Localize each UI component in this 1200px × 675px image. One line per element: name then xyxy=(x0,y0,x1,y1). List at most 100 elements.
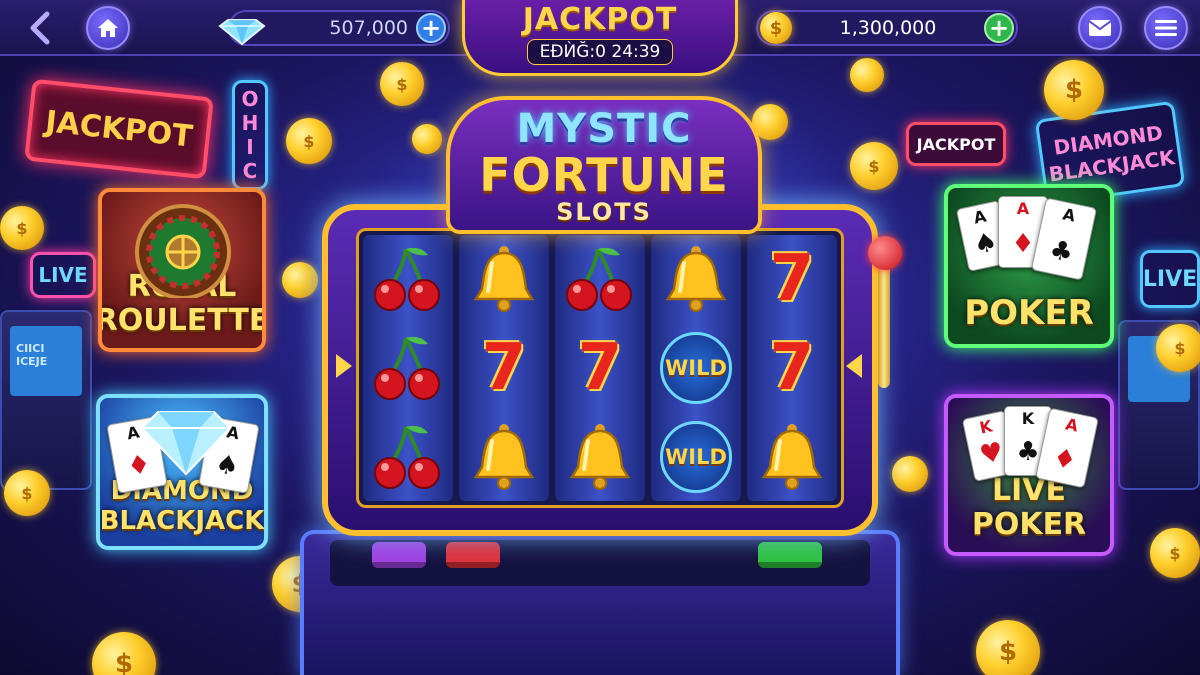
royal-roulette-line2: ROULETTE xyxy=(98,303,266,338)
game-tile-live-poker[interactable]: K ♥ K ♣ A ♦ LIVE POKER xyxy=(944,394,1114,556)
lever-stick xyxy=(878,258,890,388)
coins-balance: $ 1,300,000 + xyxy=(756,10,1018,46)
add-gems-button[interactable]: + xyxy=(416,13,446,43)
neon-sign-jackpot-right-text: JACKPOT xyxy=(916,134,996,154)
coins-amount: 1,300,000 xyxy=(839,17,937,39)
neon-sign-live-left-text: LIVE xyxy=(38,263,88,287)
bell-icon xyxy=(465,418,543,496)
logo-fortune: FORTUNE xyxy=(479,148,729,202)
card-rank: K xyxy=(1021,409,1035,428)
menu-button[interactable] xyxy=(1144,6,1188,50)
live-poker-label: LIVE POKER xyxy=(972,474,1086,552)
wild-symbol: WILD xyxy=(657,418,735,496)
cherry-icon xyxy=(369,240,447,318)
neon-sign-live-left: LIVE xyxy=(30,252,96,298)
club-icon: ♣ xyxy=(1046,234,1076,269)
slot-logo-header: MYSTIC FORTUNE SLOTS xyxy=(446,96,762,234)
add-coins-button[interactable]: + xyxy=(984,13,1014,43)
neon-sign-live-right-text: LIVE xyxy=(1142,266,1198,292)
neon-sign-jackpot: JACKPOT xyxy=(24,78,214,180)
cherry-icon xyxy=(561,240,639,318)
neon-letter: I xyxy=(246,135,254,159)
jackpot-timer: ЕÐЍĞ:0 24:39 xyxy=(526,39,674,65)
neon-sign-jackpot-text: JACKPOT xyxy=(43,103,195,155)
plus-icon: + xyxy=(420,14,442,42)
game-tile-diamond-blackjack[interactable]: A ♦ A ♠ DIAMOND BLACKJACK xyxy=(96,394,268,550)
plus-icon: + xyxy=(988,14,1010,42)
poker-label: POKER xyxy=(964,293,1094,333)
wild-symbol: WILD xyxy=(657,329,735,407)
seven-label: 7 xyxy=(769,330,815,405)
card-rank: A xyxy=(1063,414,1080,436)
wild-label: WILD xyxy=(660,420,732,493)
reel: 7 xyxy=(555,235,645,501)
hamburger-menu-icon xyxy=(1155,20,1177,36)
reel: WILD WILD xyxy=(651,235,741,501)
seven-label: 7 xyxy=(481,330,527,405)
cherry-icon xyxy=(369,329,447,407)
coin-icon: $ xyxy=(4,470,50,516)
gems-amount: 507,000 xyxy=(329,17,408,39)
neon-sign-jackpot-right: JACKPOT xyxy=(906,122,1006,166)
home-icon xyxy=(98,19,118,37)
game-tile-poker[interactable]: A ♠ A ♦ A ♣ POKER xyxy=(944,184,1114,348)
bell-icon xyxy=(561,418,639,496)
roulette-wheel-icon xyxy=(135,204,231,298)
logo-mystic: MYSTIC xyxy=(516,106,692,152)
diamond-icon xyxy=(140,411,232,476)
coin-icon: $ xyxy=(1150,528,1200,578)
seven-label: 7 xyxy=(769,242,815,317)
bet-button-purple[interactable] xyxy=(372,542,426,568)
diamond-suit-icon: ♦ xyxy=(1049,442,1080,477)
reel xyxy=(363,235,453,501)
bell-icon xyxy=(465,240,543,318)
back-arrow-icon xyxy=(30,11,50,45)
seven-symbol: 7 xyxy=(465,329,543,407)
seven-label: 7 xyxy=(577,330,623,405)
coin-icon xyxy=(282,262,318,298)
home-button[interactable] xyxy=(86,6,130,50)
diamond-blackjack-line2: BLACKJACK xyxy=(99,506,265,536)
neon-letter: C xyxy=(242,159,258,183)
live-poker-line2: POKER xyxy=(971,507,1087,542)
gems-balance: 507,000 + xyxy=(218,10,450,46)
coin-icon: $ xyxy=(976,620,1040,675)
coin-icon: $ xyxy=(1044,60,1104,120)
neon-letter: O xyxy=(241,87,259,111)
coin-icon xyxy=(412,124,442,154)
card-rank: A xyxy=(1061,204,1078,226)
neon-sign-live-right: LIVE xyxy=(1140,250,1200,308)
bell-icon xyxy=(657,240,735,318)
coin-icon xyxy=(850,58,884,92)
coin-icon: $ xyxy=(760,12,792,44)
card-rank: K xyxy=(977,416,994,438)
card-rank: A xyxy=(1016,199,1030,218)
reels-window: 7 7 WILD WILD 77 xyxy=(356,228,844,508)
jackpot-title: JACKPOT xyxy=(522,2,678,37)
coin-icon: $ xyxy=(286,118,332,164)
seven-symbol: 7 xyxy=(753,329,831,407)
card-rank: A xyxy=(971,206,988,228)
bet-button-red[interactable] xyxy=(446,542,500,568)
logo-slots: SLOTS xyxy=(556,198,652,226)
mail-icon xyxy=(1088,20,1112,36)
game-tile-royal-roulette[interactable]: ROYAL ROULETTE xyxy=(98,188,266,352)
reel: 77 xyxy=(747,235,837,501)
cherry-icon xyxy=(369,418,447,496)
coin-icon: $ xyxy=(1156,324,1200,372)
back-button[interactable] xyxy=(22,8,58,48)
payline-arrow-left xyxy=(336,354,352,378)
coin-icon: $ xyxy=(92,632,156,675)
spin-button[interactable] xyxy=(758,542,822,568)
arcade-screen: CIICI ICEJE xyxy=(10,326,82,396)
reel: 7 xyxy=(459,235,549,501)
wild-label: WILD xyxy=(660,331,732,404)
diamond-icon xyxy=(218,19,266,46)
neon-letter: H xyxy=(241,111,259,135)
payline-arrow-right xyxy=(846,354,862,378)
arcade-cabinet-left: CIICI ICEJE xyxy=(0,310,92,490)
lever-handle[interactable] xyxy=(868,236,902,270)
neon-sign-ohic: O H I C xyxy=(232,80,268,190)
mail-button[interactable] xyxy=(1078,6,1122,50)
coin-icon xyxy=(892,456,928,492)
